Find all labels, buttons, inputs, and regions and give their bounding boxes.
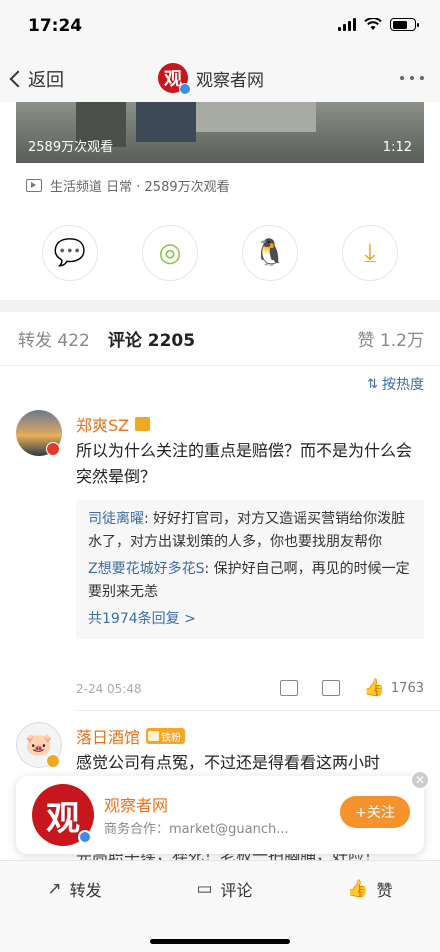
commenter-name[interactable]: 郑爽SZ [76, 412, 151, 436]
qq-icon: 🐧 [253, 238, 287, 268]
commenter-name[interactable]: 落日酒馆 铁粉 [76, 724, 186, 748]
save-image-button[interactable]: ⤓ [342, 225, 398, 281]
back-chevron-icon [9, 70, 27, 88]
tab-like[interactable]: 赞 1.2万 [358, 326, 424, 351]
repost-label: 转发 [69, 881, 102, 900]
tab-bar: 转发 422 评论 2205 赞 1.2万 [18, 326, 424, 351]
video-channel-icon [26, 179, 42, 192]
verified-icon [46, 754, 60, 768]
verified-icon [78, 830, 92, 844]
reply-author[interactable]: Z想要花城好多花S [88, 561, 204, 577]
commenter-name-text: 郑爽SZ [76, 416, 130, 435]
like-button[interactable]: 👍 赞 [347, 877, 392, 901]
close-icon[interactable]: ✕ [410, 770, 430, 790]
signal-icon [338, 18, 356, 31]
nav-title: 观察者网 [196, 70, 264, 91]
reply-author[interactable]: 司徒离曜 [88, 511, 144, 527]
vip-crown-icon [135, 417, 151, 431]
avatar-sketch-icon: 🐷 [25, 732, 53, 758]
sort-icon: ⇅ [367, 376, 378, 392]
promo-avatar: 观 [32, 784, 94, 846]
share-wechat-button[interactable]: 💬 [42, 225, 98, 281]
follow-promo-card[interactable]: 观 观察者网 商务合作：market@guanch... +关注 ✕ [16, 770, 430, 854]
account-avatar: 观 [158, 63, 191, 95]
bottom-action-bar: ↗ 转发 ▭ 评论 👍 赞 [0, 860, 440, 952]
home-indicator[interactable] [150, 939, 290, 944]
reply-icon[interactable] [321, 680, 340, 696]
comment-text: 感觉公司有点冤，不过还是得看看这两小时 [76, 753, 381, 772]
post-card: 2589万次观看 1:12 生活频道 日常 · 2589万次观看 💬 ◎ 🐧 ⤓ [0, 102, 440, 300]
like-label: 赞 [376, 881, 393, 900]
comment-button[interactable]: ▭ 评论 [196, 877, 252, 901]
wechat-icon: 💬 [53, 238, 87, 268]
moments-icon: ◎ [158, 238, 182, 268]
reply-list[interactable]: 司徒离曜: 好好打官司，对方又造谣买营销给你泼脏水了，对方出谋划策的人多，你也要… [76, 500, 424, 639]
comment-label: 评论 [220, 881, 253, 900]
avatar-logo-text: 观 [46, 798, 80, 839]
promo-description: 商务合作：market@guanch... [104, 822, 289, 837]
fan-badge-label: 铁粉 [161, 732, 182, 744]
verified-icon [179, 83, 191, 95]
video-thumbnail[interactable]: 2589万次观看 1:12 [16, 102, 424, 163]
repost-icon: ↗ [47, 879, 62, 899]
fan-crown-icon [148, 731, 160, 741]
comment-divider [76, 710, 440, 711]
status-time: 17:24 [28, 16, 83, 36]
wifi-icon [364, 18, 382, 30]
reply-item: Z想要花城好多花S: 保护好自己啊，再见的时候一定要别来无恙 [88, 558, 412, 604]
back-button[interactable]: 返回 [9, 66, 64, 92]
nav-account[interactable]: 观 观察者网 [158, 63, 264, 95]
sort-label: 按热度 [382, 377, 424, 393]
battery-icon [390, 18, 419, 31]
follow-button[interactable]: +关注 [340, 796, 410, 828]
video-views: 2589万次观看 [28, 140, 114, 155]
tab-comment[interactable]: 评论 2205 [108, 326, 195, 351]
verified-icon [46, 442, 60, 456]
like-count: 1763 [390, 680, 424, 696]
share-moments-button[interactable]: ◎ [142, 225, 198, 281]
share-row: 💬 ◎ 🐧 ⤓ [42, 225, 398, 281]
channel-text: 生活频道 日常 · 2589万次观看 [50, 180, 230, 195]
nav-bar: 返回 观 观察者网 [0, 56, 440, 102]
share-qq-button[interactable]: 🐧 [242, 225, 298, 281]
comment-icon: ▭ [196, 879, 213, 899]
comment-actions: 👍 1763 [279, 678, 424, 698]
like-button[interactable]: 👍 1763 [364, 678, 424, 698]
channel-info: 生活频道 日常 · 2589万次观看 [26, 176, 230, 195]
status-icons [338, 18, 419, 31]
repost-button[interactable]: ↗ 转发 [47, 877, 101, 901]
comment-text: 所以为什么关注的重点是赔偿？而不是为什么会突然晕倒？ [76, 441, 413, 486]
thumbs-up-icon: 👍 [363, 678, 385, 698]
save-image-icon: ⤓ [364, 237, 376, 268]
tab-repost[interactable]: 转发 422 [18, 326, 90, 351]
video-duration: 1:12 [382, 140, 412, 155]
sort-button[interactable]: ⇅ 按热度 [367, 374, 424, 394]
share-icon[interactable] [279, 680, 298, 696]
more-options-icon[interactable] [400, 76, 424, 80]
reply-item: 司徒离曜: 好好打官司，对方又造谣买营销给你泼脏水了，对方出谋划策的人多，你也要… [88, 508, 412, 554]
more-replies-link[interactable]: 共1974条回复 > [88, 608, 412, 631]
back-label: 返回 [28, 70, 64, 91]
status-bar: 17:24 [0, 0, 440, 56]
fan-badge: 铁粉 [146, 728, 186, 744]
promo-account-name: 观察者网 [104, 796, 169, 815]
commenter-name-text: 落日酒馆 [76, 728, 141, 747]
tabs-divider [0, 365, 440, 366]
thumbs-up-icon: 👍 [347, 879, 369, 899]
